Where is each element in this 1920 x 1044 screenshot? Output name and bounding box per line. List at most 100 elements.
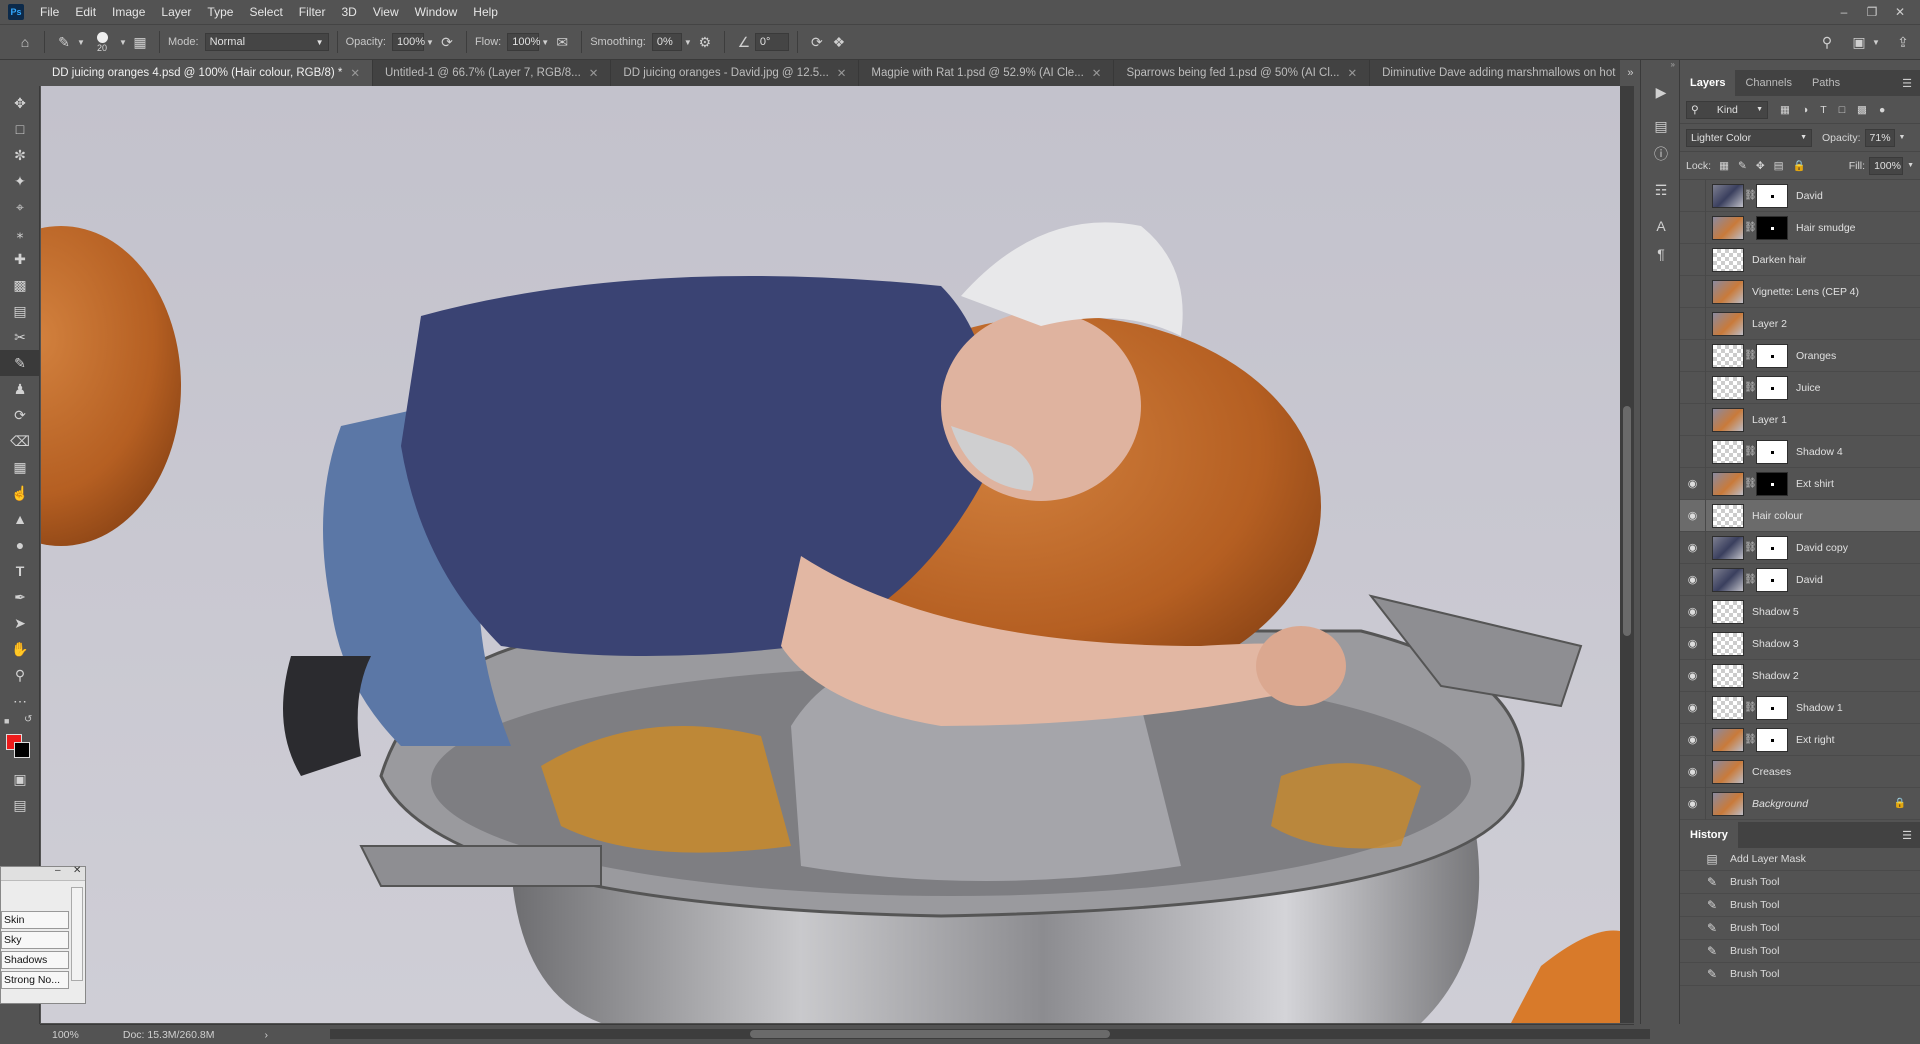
link-icon[interactable]: ⛓ [1744,574,1757,585]
visibility-toggle[interactable] [1680,371,1706,404]
chevron-down-icon[interactable]: ▼ [539,31,551,53]
opacity-input[interactable]: 100% [391,33,425,51]
layer-thumbnail[interactable] [1712,791,1744,816]
layer-thumbnail[interactable] [1712,247,1744,272]
horizontal-scrollbar[interactable] [330,1029,1650,1039]
layer-thumbnail[interactable] [1712,503,1744,528]
visibility-toggle[interactable] [1680,435,1706,468]
canvas[interactable] [41,86,1620,1023]
layer-thumbnail[interactable] [1712,663,1744,688]
layer-thumbnail[interactable] [1712,407,1744,432]
layer-row[interactable]: ◉ ⛓ Ext right [1680,723,1920,756]
layer-mask-thumbnail[interactable] [1756,567,1788,592]
close-tab-icon[interactable]: ✕ [350,66,360,80]
history-item[interactable]: ✎ Brush Tool [1680,917,1920,940]
menu-window[interactable]: Window [407,0,466,24]
smudge-tool-icon[interactable]: ☝ [0,480,40,506]
menu-file[interactable]: File [32,0,67,24]
visibility-toggle[interactable] [1680,403,1706,436]
layer-thumbnail[interactable] [1712,279,1744,304]
lock-icon[interactable]: 🔒 [1894,798,1906,809]
pixel-filter-icon[interactable]: ▦ [1780,104,1790,116]
type-filter-icon[interactable]: T [1820,104,1826,116]
layer-thumbnail[interactable] [1712,375,1744,400]
lock-position-icon[interactable]: ✥ [1756,160,1765,172]
chevron-down-icon[interactable]: ▼ [424,31,436,53]
layer-row[interactable]: ◉ Shadow 5 [1680,595,1920,628]
zoom-level[interactable]: 100% [52,1029,79,1041]
menu-filter[interactable]: Filter [291,0,334,24]
lasso-tool-icon[interactable]: ✼ [0,142,40,168]
panel-menu-icon[interactable]: ☰ [1894,70,1920,96]
paragraph-icon[interactable]: ¶ [1641,240,1681,268]
eye-icon[interactable]: ◉ [1680,595,1706,628]
menu-help[interactable]: Help [465,0,506,24]
menu-type[interactable]: Type [199,0,241,24]
layer-mask-thumbnail[interactable] [1756,183,1788,208]
close-tab-icon[interactable]: ✕ [1347,66,1357,80]
link-icon[interactable]: ⛓ [1744,702,1757,713]
close-icon[interactable]: ✕ [73,865,81,876]
pressure-size-icon[interactable]: ⟳ [806,31,828,53]
layer-row[interactable]: ⛓ Hair smudge [1680,211,1920,244]
layer-opacity-input[interactable]: 71% [1864,128,1895,147]
list-item[interactable]: Sky [1,931,69,949]
patch-tool-icon[interactable]: ▩ [0,272,40,298]
shape-filter-icon[interactable]: □ [1839,104,1845,116]
default-colors-icon[interactable]: ■ [4,716,9,726]
eraser-tool-icon[interactable]: ⌫ [0,428,40,454]
brush-tool-icon[interactable]: ✎ [0,350,40,376]
share-icon[interactable]: ⇪ [1892,31,1914,53]
doc-tab[interactable]: Untitled-1 @ 66.7% (Layer 7, RGB/8... ✕ [373,60,612,86]
chevron-down-icon[interactable]: ▼ [1870,31,1882,53]
crop-tool-icon[interactable]: ⌖ [0,194,40,220]
smoothing-input[interactable]: 0% [651,33,682,51]
chevron-down-icon[interactable]: ▼ [1899,134,1906,141]
list-item[interactable]: Skin [1,911,69,929]
link-icon[interactable]: ⛓ [1744,542,1757,553]
layer-thumbnail[interactable] [1712,599,1744,624]
close-tab-icon[interactable]: ✕ [1092,66,1102,80]
floating-panel-titlebar[interactable]: – ✕ [1,865,85,881]
history-item[interactable]: ✎ Brush Tool [1680,940,1920,963]
home-icon[interactable]: ⌂ [14,31,36,53]
layer-row[interactable]: ◉ Background 🔒 [1680,787,1920,820]
marquee-tool-icon[interactable]: □ [0,116,40,142]
symmetry-icon[interactable]: ❖ [828,31,850,53]
link-icon[interactable]: ⛓ [1744,478,1757,489]
layer-thumbnail[interactable] [1712,727,1744,752]
frame-tool-icon[interactable]: ▤ [0,298,40,324]
smart-object-filter-icon[interactable]: ▩ [1857,104,1867,116]
hand-tool-icon[interactable]: ✋ [0,636,40,662]
gradient-tool-icon[interactable]: ▦ [0,454,40,480]
background-color-swatch[interactable] [14,742,30,758]
pen-tool-icon[interactable]: ✒ [0,584,40,610]
path-selection-tool-icon[interactable]: ➤ [0,610,40,636]
tabs-overflow-icon[interactable]: » [1627,60,1633,86]
brush-settings-icon[interactable]: ▦ [129,31,151,53]
scroll-thumb[interactable] [750,1030,1110,1038]
layer-row[interactable]: ⛓ David [1680,179,1920,212]
history-title[interactable]: History [1680,822,1738,848]
close-tab-icon[interactable]: ✕ [589,66,599,80]
layer-thumbnail[interactable] [1712,215,1744,240]
layer-thumbnail[interactable] [1712,567,1744,592]
gear-icon[interactable]: ⚙ [694,31,716,53]
visibility-toggle[interactable] [1680,211,1706,244]
quick-select-tool-icon[interactable]: ✦ [0,168,40,194]
scroll-thumb[interactable] [1623,406,1631,636]
eye-icon[interactable]: ◉ [1680,531,1706,564]
layer-row[interactable]: ◉ ⛓ David [1680,563,1920,596]
doc-tab[interactable]: Sparrows being fed 1.psd @ 50% (AI Cl...… [1114,60,1371,86]
doc-tab[interactable]: Magpie with Rat 1.psd @ 52.9% (AI Cle...… [859,60,1115,86]
chevron-down-icon[interactable]: ▼ [117,31,129,53]
airbrush-icon[interactable]: ✉ [551,31,573,53]
quick-mask-icon[interactable]: ▣ [0,766,40,792]
vertical-scrollbar[interactable] [1620,86,1634,1023]
scissors-icon[interactable]: ✂ [0,324,40,350]
visibility-toggle[interactable] [1680,275,1706,308]
history-item[interactable]: ✎ Brush Tool [1680,963,1920,986]
more-tools-icon[interactable]: ⋯ [0,688,40,714]
layer-thumbnail[interactable] [1712,535,1744,560]
dodge-tool-icon[interactable]: ● [0,532,40,558]
